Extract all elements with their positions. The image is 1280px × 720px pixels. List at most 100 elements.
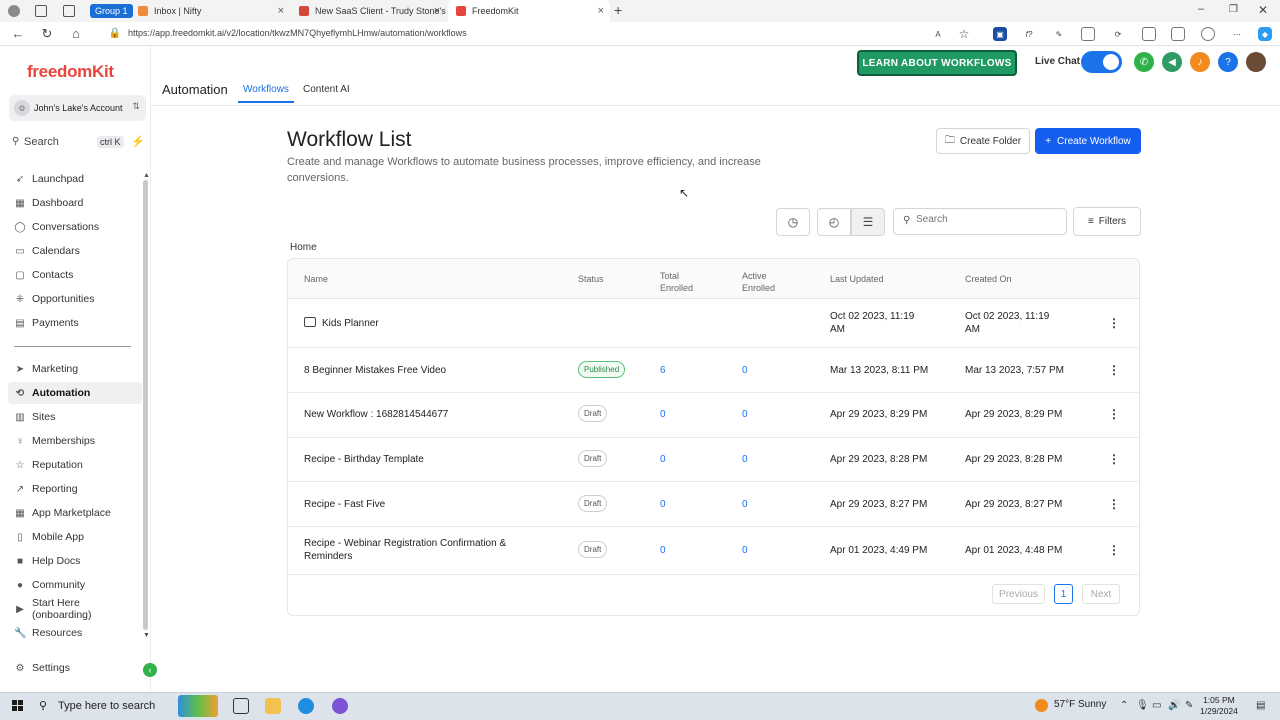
phone-icon[interactable]: ✆ — [1134, 52, 1154, 72]
pen-icon[interactable]: ✎ — [1052, 27, 1066, 41]
column-header-last-updated[interactable]: Last Updated — [830, 273, 884, 285]
weather-text[interactable]: 57°F Sunny — [1054, 699, 1106, 710]
restore-icon[interactable]: ❐ — [1229, 4, 1238, 15]
collapse-sidebar-icon[interactable]: ‹ — [143, 663, 157, 677]
history-view-button[interactable]: ◷ — [776, 208, 810, 236]
favorite-star-icon[interactable]: ☆ — [957, 27, 971, 41]
create-workflow-button[interactable]: + Create Workflow — [1035, 128, 1141, 154]
learn-about-workflows-button[interactable]: LEARN ABOUT WORKFLOWS — [857, 50, 1017, 76]
row-name[interactable]: Kids Planner — [322, 317, 379, 330]
app-icon[interactable] — [332, 698, 348, 714]
pagination-page-1[interactable]: 1 — [1054, 584, 1073, 604]
row-total-enrolled[interactable]: 6 — [660, 364, 666, 377]
sync-icon[interactable]: ⟳ — [1111, 27, 1125, 41]
clock-view-button[interactable]: ◴ — [817, 208, 851, 236]
extension-icon[interactable]: ▣ — [993, 27, 1007, 41]
freedomkit-logo[interactable]: freedomKit — [27, 62, 114, 82]
row-name[interactable]: Recipe - Fast Five — [304, 498, 385, 511]
collections-icon[interactable] — [1171, 27, 1185, 41]
notification-center-icon[interactable]: ▤ — [1256, 700, 1265, 711]
minimize-icon[interactable]: – — [1198, 3, 1204, 15]
taskbar-clock[interactable]: 1:05 PM 1/29/2024 — [1200, 695, 1238, 717]
notifications-bell-icon[interactable]: ♪ — [1190, 52, 1210, 72]
browser-essentials-icon[interactable] — [1201, 27, 1215, 41]
account-switcher[interactable]: ⚙ John's Lake's Account ⇅ — [9, 95, 146, 121]
live-chat-toggle[interactable] — [1081, 51, 1122, 73]
tray-chevron-icon[interactable]: ⌃ — [1120, 700, 1128, 711]
close-icon[interactable]: × — [434, 5, 440, 17]
row-name[interactable]: Recipe - Webinar Registration Confirmati… — [304, 537, 534, 563]
help-icon[interactable]: ? — [1218, 52, 1238, 72]
column-header-active-enrolled[interactable]: Active Enrolled — [742, 270, 792, 294]
row-name[interactable]: 8 Beginner Mistakes Free Video — [304, 364, 446, 377]
sidebar-item-memberships[interactable]: ♀ Memberships — [8, 430, 142, 452]
tab-content-ai[interactable]: Content AI — [303, 84, 350, 95]
home-icon[interactable]: ⌂ — [68, 26, 84, 41]
windows-start-icon[interactable] — [12, 700, 23, 711]
sidebar-item-reporting[interactable]: ↗ Reporting — [8, 478, 142, 500]
sidebar-item-payments[interactable]: ▤ Payments — [8, 312, 142, 334]
row-active-enrolled[interactable]: 0 — [742, 408, 748, 421]
quick-actions-bolt-icon[interactable]: ⚡ — [131, 135, 145, 148]
task-view-icon[interactable] — [233, 698, 249, 714]
sidebar-item-sites[interactable]: ▥ Sites — [8, 406, 142, 428]
row-total-enrolled[interactable]: 0 — [660, 498, 666, 511]
pen-tray-icon[interactable]: ✎ — [1185, 700, 1193, 711]
sidebar-item-mobile-app[interactable]: ▯ Mobile App — [8, 526, 142, 548]
tab-actions-icon[interactable] — [63, 5, 75, 17]
workflow-search[interactable]: ⚲ — [893, 208, 1067, 235]
tab-workflows[interactable]: Workflows — [243, 84, 289, 95]
edge-browser-icon[interactable] — [298, 698, 314, 714]
row-active-enrolled[interactable]: 0 — [742, 498, 748, 511]
sidebar-item-launchpad[interactable]: ➶ Launchpad — [8, 168, 142, 190]
sidebar-item-help-docs[interactable]: ■ Help Docs — [8, 550, 142, 572]
volume-icon[interactable]: 🔊 — [1168, 700, 1180, 711]
pagination-next[interactable]: Next — [1082, 584, 1120, 604]
extension-grey-icon[interactable] — [1081, 27, 1095, 41]
taskbar-search[interactable]: ⚲ Type here to search — [36, 695, 186, 717]
microphone-icon[interactable]: 🎙 — [1136, 700, 1149, 711]
sidebar-scrollbar[interactable] — [143, 180, 148, 630]
sidebar-item-resources[interactable]: 🔧 Resources — [8, 622, 142, 644]
search-input[interactable] — [916, 214, 1056, 225]
new-tab-icon[interactable]: + — [614, 2, 622, 18]
browser-tab-saas-client[interactable]: New SaaS Client - Trudy Stone's × — [291, 0, 446, 22]
sidebar-item-opportunities[interactable]: ⁜ Opportunities — [8, 288, 142, 310]
window-close-icon[interactable]: ✕ — [1258, 3, 1268, 17]
formula-icon[interactable]: f? — [1022, 27, 1036, 41]
tab-group-label[interactable]: Group 1 — [90, 4, 133, 18]
sidebar-item-settings[interactable]: ⚙ Settings — [8, 657, 142, 679]
filters-button[interactable]: ≡ Filters — [1073, 207, 1141, 236]
sidebar-item-start-here[interactable]: ▶ Start Here (onboarding) — [8, 597, 142, 621]
row-name[interactable]: Recipe - Birthday Template — [304, 453, 424, 466]
user-avatar[interactable] — [1246, 52, 1266, 72]
copilot-icon[interactable]: ◆ — [1258, 27, 1272, 41]
back-icon[interactable]: ← — [10, 26, 26, 41]
row-menu-icon[interactable]: ⋮ — [1108, 407, 1120, 421]
profile-icon[interactable] — [8, 5, 20, 17]
column-header-created-on[interactable]: Created On — [965, 273, 1012, 285]
sidebar-search[interactable]: ⚲ Search ctrl K ⚡ — [9, 134, 147, 152]
list-view-button[interactable]: ☰ — [851, 208, 885, 236]
row-menu-icon[interactable]: ⋮ — [1108, 363, 1120, 377]
split-screen-icon[interactable] — [1142, 27, 1156, 41]
sidebar-item-marketing[interactable]: ➤ Marketing — [8, 358, 142, 380]
breadcrumb[interactable]: Home — [290, 242, 317, 253]
row-menu-icon[interactable]: ⋮ — [1108, 316, 1120, 330]
sidebar-item-reputation[interactable]: ☆ Reputation — [8, 454, 142, 476]
url-field[interactable]: https://app.freedomkit.ai/v2/location/tk… — [128, 28, 467, 38]
sidebar-item-dashboard[interactable]: ▦ Dashboard — [8, 192, 142, 214]
row-active-enrolled[interactable]: 0 — [742, 364, 748, 377]
read-aloud-icon[interactable]: A — [931, 27, 945, 41]
browser-tab-freedomkit[interactable]: FreedomKit × — [448, 0, 610, 22]
sidebar-item-community[interactable]: ● Community — [8, 574, 142, 596]
column-header-total-enrolled[interactable]: Total Enrolled — [660, 270, 710, 294]
scroll-up-icon[interactable]: ▲ — [143, 172, 150, 179]
create-folder-button[interactable]: 🗀 Create Folder — [936, 128, 1030, 154]
sidebar-item-calendars[interactable]: ▭ Calendars — [8, 240, 142, 262]
close-icon[interactable]: × — [598, 5, 604, 17]
refresh-icon[interactable]: ↻ — [39, 26, 55, 42]
row-total-enrolled[interactable]: 0 — [660, 408, 666, 421]
row-total-enrolled[interactable]: 0 — [660, 453, 666, 466]
column-header-status[interactable]: Status — [578, 273, 604, 285]
